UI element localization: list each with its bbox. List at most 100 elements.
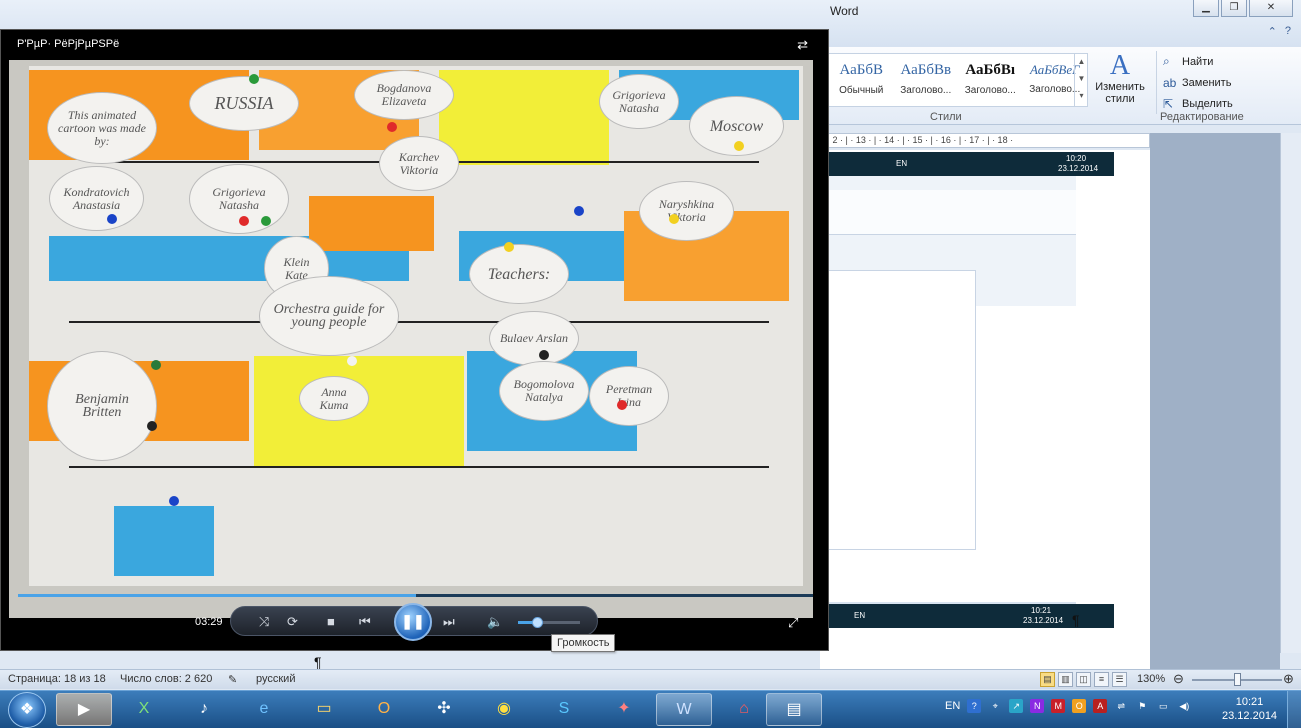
style-name: Заголово... [964, 85, 1016, 96]
web-layout-icon[interactable]: ◫ [1076, 672, 1091, 687]
speech-bubble: Naryshkina Viktoria [639, 181, 734, 241]
flashback-taskbar-icon[interactable]: ✦ [596, 693, 652, 726]
language-indicator[interactable]: EN [945, 700, 960, 712]
outlook-taskbar-icon[interactable]: O [356, 693, 412, 726]
ribbon-help-row: ⌃ ? [1268, 25, 1291, 38]
print-layout-icon[interactable]: ▤ [1040, 672, 1055, 687]
push-pin [539, 350, 549, 360]
help-icon[interactable]: ? [1285, 25, 1291, 38]
language-indicator[interactable]: русский [256, 673, 295, 685]
shuffle-icon[interactable]: ⤨ [259, 614, 269, 630]
zoom-level[interactable]: 130% [1137, 673, 1165, 685]
styles-gallery-scroll[interactable]: ▲ ▼ ▾ [1074, 53, 1088, 107]
antivirus-tray-icon[interactable]: M [1051, 699, 1066, 713]
document-background [1150, 133, 1280, 670]
reading-layout-icon[interactable]: ▥ [1058, 672, 1073, 687]
flag-tray-icon[interactable]: ⚑ [1135, 699, 1149, 713]
page-count[interactable]: Страница: 18 из 18 [8, 673, 106, 685]
clock-time: 10:21 [1235, 696, 1264, 708]
internet-explorer-taskbar-icon[interactable]: e [236, 693, 292, 726]
video-frame[interactable]: This animated cartoon was made by: RUSSI… [9, 60, 813, 618]
app-tray-icon[interactable]: ↗ [1009, 699, 1024, 713]
zoom-slider-knob[interactable] [1234, 673, 1241, 686]
next-icon[interactable]: ⏭ [443, 614, 455, 630]
word-count[interactable]: Число слов: 2 620 [120, 673, 212, 685]
volume-tray-icon[interactable]: ◀) [1177, 699, 1191, 713]
help-tray-icon[interactable]: ? [967, 699, 982, 713]
volume-icon[interactable]: 🔈 [487, 614, 503, 630]
restore-button[interactable]: ❐ [1221, 0, 1247, 17]
waveform-line [69, 321, 769, 323]
zoom-out-icon[interactable]: ⊖ [1173, 671, 1184, 687]
acrobat-taskbar-icon[interactable]: ⌂ [716, 693, 772, 726]
volume-slider[interactable] [518, 617, 580, 628]
paragraph-mark: ¶ [314, 654, 322, 670]
media-player-taskbar-icon[interactable]: ▶ [56, 693, 112, 726]
seek-bar-progress [18, 594, 416, 597]
office-tray-icon[interactable]: O [1072, 699, 1087, 713]
onenote-tray-icon[interactable]: N [1030, 699, 1045, 713]
excel-taskbar-icon[interactable]: X [116, 693, 172, 726]
push-pin [147, 421, 157, 431]
replace-button[interactable]: ab Заменить [1163, 72, 1296, 93]
embedded-document [826, 270, 976, 550]
draft-icon[interactable]: ☰ [1112, 672, 1127, 687]
embedded-date: 23.12.2014 [1058, 164, 1099, 173]
show-desktop-button[interactable] [1287, 691, 1301, 728]
pin-tray-icon[interactable]: ⌖ [988, 699, 1002, 713]
push-pin [169, 496, 179, 506]
pause-button[interactable]: ❚❚ [394, 603, 432, 641]
close-button[interactable]: ✕ [1249, 0, 1293, 17]
system-tray: EN ? ⌖ ↗ N M O A ⇌ ⚑ ▭ ◀) [945, 699, 1191, 713]
previous-icon[interactable]: ⏮ [359, 614, 371, 630]
styles-group-label: Стили [930, 111, 962, 123]
style-heading-1[interactable]: АаБбВв Заголово... [894, 54, 959, 106]
stop-icon[interactable]: ■ [327, 614, 335, 629]
seek-bar[interactable] [18, 594, 813, 597]
push-pin [347, 356, 357, 366]
fullscreen-icon[interactable]: ⤢ [788, 615, 798, 631]
minimize-button[interactable]: ▁ [1193, 0, 1219, 17]
binoculars-icon: ⌕ [1163, 54, 1170, 68]
zoom-in-icon[interactable]: ⊕ [1283, 671, 1294, 687]
change-styles-button[interactable]: A Изменить стили [1094, 50, 1146, 106]
push-pin [669, 214, 679, 224]
speech-bubble: Bogdanova Elizaveta [354, 70, 454, 120]
speech-bubble: Benjamin Britten [47, 351, 157, 461]
style-name: Обычный [839, 85, 884, 96]
find-button[interactable]: ⌕ Найти [1163, 51, 1296, 72]
select-label: Выделить [1182, 97, 1233, 110]
skype-taskbar-icon[interactable]: S [536, 693, 592, 726]
change-styles-label: Изменить стили [1095, 81, 1145, 105]
player-controls: ⤨ ⟳ ■ ⏮ ❚❚ ⏭ 🔈 [230, 603, 598, 641]
file-explorer-taskbar-icon[interactable]: ▭ [296, 693, 352, 726]
collapse-ribbon-icon[interactable]: ⌃ [1268, 25, 1277, 38]
taskbar-clock[interactable]: 10:21 23.12.2014 [1222, 695, 1277, 723]
chrome-taskbar-icon[interactable]: ◉ [476, 693, 532, 726]
waveform-line [69, 466, 769, 468]
push-pin [151, 360, 161, 370]
change-styles-icon: A [1109, 50, 1131, 81]
document-taskbar-icon[interactable]: ▤ [766, 693, 822, 726]
safely-remove-tray-icon[interactable]: ⇌ [1114, 699, 1128, 713]
push-pin [504, 242, 514, 252]
style-heading-2[interactable]: АаБбВı Заголово... [958, 54, 1023, 106]
switch-to-library-icon[interactable]: ⇄ [797, 37, 808, 53]
volume-knob[interactable] [531, 617, 543, 628]
cursor-icon: ⇱ [1163, 96, 1174, 111]
start-button[interactable]: ❖ [8, 692, 46, 728]
network-tray-icon[interactable]: ▭ [1156, 699, 1170, 713]
word-taskbar-icon[interactable]: W [656, 693, 712, 726]
outline-icon[interactable]: ≡ [1094, 672, 1109, 687]
movie-maker-taskbar-icon[interactable]: ✣ [416, 693, 472, 726]
player-title-bar: Р'РµР· РёРјРµРЅРё ⇄ [1, 30, 828, 58]
itunes-taskbar-icon[interactable]: ♪ [176, 693, 232, 726]
proofing-icon[interactable]: ✎ [228, 673, 237, 686]
repeat-icon[interactable]: ⟳ [287, 614, 298, 630]
style-normal[interactable]: АаБбВ Обычный [829, 54, 894, 106]
sticky-note-orange [309, 196, 434, 251]
vertical-scrollbar[interactable] [1280, 133, 1301, 653]
acrobat-tray-icon[interactable]: A [1093, 699, 1108, 713]
speech-bubble: This animated cartoon was made by: [47, 92, 157, 164]
embedded-ribbon [826, 190, 1076, 235]
